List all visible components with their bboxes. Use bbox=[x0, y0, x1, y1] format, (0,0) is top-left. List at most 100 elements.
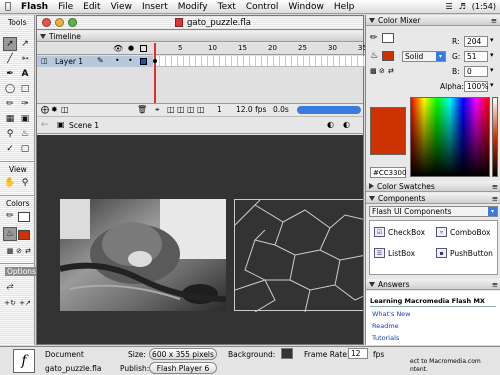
zoom-button[interactable] bbox=[68, 18, 77, 27]
fill-color-icon[interactable]: ♨ bbox=[3, 227, 17, 241]
menu-view[interactable]: View bbox=[106, 2, 137, 12]
close-button[interactable] bbox=[42, 18, 51, 27]
color-spectrum[interactable] bbox=[410, 97, 490, 177]
b-arrow-icon[interactable]: ▾ bbox=[490, 66, 494, 74]
panel-menu-icon[interactable]: ≡ bbox=[492, 182, 498, 191]
layer-outline-box[interactable] bbox=[140, 58, 147, 65]
smooth-option-icon[interactable]: +↻ bbox=[3, 296, 17, 310]
frame-grid[interactable] bbox=[154, 56, 365, 67]
subselect-tool-icon[interactable]: ↗ bbox=[18, 37, 32, 51]
lasso-tool-icon[interactable]: ➳ bbox=[18, 52, 32, 66]
frame-rate-input[interactable]: 12 bbox=[348, 348, 368, 359]
menu-text[interactable]: Text bbox=[213, 2, 241, 12]
menu-help[interactable]: Help bbox=[329, 2, 360, 12]
color-swatches-header[interactable]: Color Swatches ≡ bbox=[366, 181, 500, 192]
line-tool-icon[interactable]: ╱ bbox=[3, 52, 17, 66]
no-color-icon[interactable]: ⊘ bbox=[379, 67, 385, 75]
component-pushbutton[interactable]: ▪ PushButton bbox=[436, 248, 493, 258]
link-tutorials[interactable]: Tutorials bbox=[372, 334, 399, 342]
pen-tool-icon[interactable]: ✒ bbox=[3, 67, 17, 81]
menu-modify[interactable]: Modify bbox=[173, 2, 213, 12]
paint-bucket-tool-icon[interactable]: ♨ bbox=[18, 127, 32, 141]
swap-colors-icon[interactable]: ⇄ bbox=[21, 244, 35, 258]
arrow-tool-icon[interactable]: ➚ bbox=[3, 37, 17, 51]
eye-icon[interactable]: 👁 bbox=[113, 44, 123, 53]
brush-tool-icon[interactable]: ✑ bbox=[18, 97, 32, 111]
edit-symbols-icon[interactable]: ◐ bbox=[327, 120, 334, 129]
rectangle-tool-icon[interactable]: □ bbox=[18, 82, 32, 96]
stroke-color-swatch[interactable] bbox=[18, 212, 30, 222]
playhead[interactable] bbox=[154, 43, 156, 105]
alpha-arrow-icon[interactable]: ▾ bbox=[490, 81, 494, 89]
fill-color-swatch[interactable] bbox=[18, 230, 30, 240]
g-arrow-icon[interactable]: ▾ bbox=[490, 51, 494, 59]
add-folder-icon[interactable]: ◫ bbox=[61, 105, 69, 114]
r-arrow-icon[interactable]: ▾ bbox=[490, 36, 494, 44]
component-checkbox[interactable]: ☑ CheckBox bbox=[374, 227, 425, 237]
menu-window[interactable]: Window bbox=[283, 2, 329, 12]
link-whats-new[interactable]: What's New bbox=[372, 310, 411, 318]
menu-insert[interactable]: Insert bbox=[137, 2, 173, 12]
scene-label[interactable]: Scene 1 bbox=[69, 121, 99, 130]
component-listbox[interactable]: ☰ ListBox bbox=[374, 248, 415, 258]
hex-input[interactable]: #CC3300 bbox=[370, 167, 406, 178]
eyedropper-tool-icon[interactable]: ✓ bbox=[3, 142, 17, 156]
fill-bucket-icon[interactable]: ♨ bbox=[370, 51, 378, 61]
straighten-option-icon[interactable]: +↗ bbox=[18, 296, 32, 310]
layer-name[interactable]: Layer 1 bbox=[55, 57, 83, 66]
background-color-swatch[interactable] bbox=[281, 348, 293, 359]
layer-row[interactable]: ◫ Layer 1 ✎ • • bbox=[37, 56, 153, 67]
link-readme[interactable]: Readme bbox=[372, 322, 399, 330]
menu-control[interactable]: Control bbox=[241, 2, 284, 12]
layer-visible-dot[interactable]: • bbox=[115, 56, 120, 65]
fill-type-select[interactable]: Solid ▾ bbox=[402, 51, 446, 62]
size-button[interactable]: 600 x 355 pixels bbox=[149, 348, 217, 360]
color-mixer-header[interactable]: Color Mixer ≡ bbox=[366, 15, 500, 26]
menu-edit[interactable]: Edit bbox=[78, 2, 105, 12]
panel-menu-icon[interactable]: ≡ bbox=[492, 194, 498, 203]
minimize-button[interactable] bbox=[55, 18, 64, 27]
outline-icon[interactable] bbox=[140, 45, 147, 52]
puzzle-canvas[interactable] bbox=[234, 199, 363, 312]
collapse-triangle-icon[interactable] bbox=[369, 281, 375, 287]
eraser-tool-icon[interactable]: ▢ bbox=[18, 142, 32, 156]
onion-outline-icon[interactable]: ◫ bbox=[177, 105, 185, 114]
default-colors-icon[interactable]: ▩ bbox=[370, 67, 377, 75]
collapse-triangle-icon[interactable] bbox=[369, 195, 375, 201]
pencil-tool-icon[interactable]: ✏ bbox=[3, 97, 17, 111]
volume-icon[interactable]: ♬ bbox=[459, 2, 466, 11]
snap-magnet-icon[interactable]: ⥄ bbox=[3, 279, 17, 293]
wifi-icon[interactable]: ☰ bbox=[445, 2, 452, 11]
component-combobox[interactable]: ▿ ComboBox bbox=[436, 227, 490, 237]
ink-bottle-tool-icon[interactable]: ⚲ bbox=[3, 127, 17, 141]
panel-menu-icon[interactable]: ≡ bbox=[492, 280, 498, 289]
timeline-scrollbar[interactable] bbox=[297, 106, 361, 114]
stroke-pencil-icon[interactable]: ✏ bbox=[370, 33, 378, 43]
frame-ruler[interactable]: 51015202530354045505560657075 bbox=[154, 43, 365, 55]
onion-skin-icon[interactable]: ◫ bbox=[167, 105, 175, 114]
layer-lock-dot[interactable]: • bbox=[128, 56, 133, 65]
brightness-slider[interactable] bbox=[492, 97, 498, 177]
edit-multiple-icon[interactable]: ◫ bbox=[187, 105, 195, 114]
cat-photo[interactable] bbox=[60, 199, 226, 311]
collapse-triangle-icon[interactable] bbox=[40, 33, 46, 39]
hand-tool-icon[interactable]: ✋ bbox=[3, 176, 17, 190]
menu-file[interactable]: File bbox=[53, 2, 78, 12]
swap-colors-icon[interactable]: ⇄ bbox=[388, 67, 394, 75]
g-input[interactable]: 51 bbox=[464, 51, 488, 62]
collapse-triangle-icon[interactable] bbox=[369, 17, 375, 23]
add-guide-icon[interactable]: ✸ bbox=[51, 105, 58, 114]
stroke-color-icon[interactable]: ✏ bbox=[3, 209, 17, 223]
expand-triangle-icon[interactable] bbox=[369, 183, 374, 189]
apple-menu-icon[interactable]:  bbox=[0, 1, 16, 12]
fill-transform-tool-icon[interactable]: ▣ bbox=[18, 112, 32, 126]
battery-clock[interactable]: (1:54) bbox=[472, 2, 496, 11]
back-arrow-icon[interactable]: ← bbox=[41, 120, 49, 130]
component-set-select[interactable]: Flash UI Components ▾ bbox=[369, 206, 498, 217]
stage-area[interactable] bbox=[37, 135, 363, 344]
onion-markers-icon[interactable]: ◫ bbox=[197, 105, 205, 114]
b-input[interactable]: 0 bbox=[464, 66, 488, 77]
answers-header[interactable]: Answers ≡ bbox=[366, 279, 500, 290]
r-input[interactable]: 204 bbox=[464, 36, 488, 47]
components-header[interactable]: Components ≡ bbox=[366, 193, 500, 204]
